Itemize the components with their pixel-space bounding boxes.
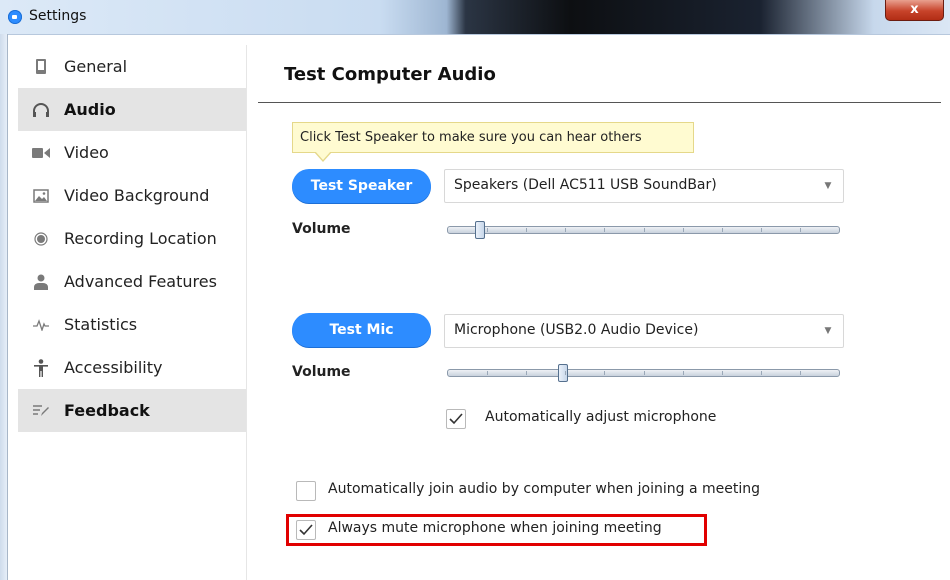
sidebar-item-label: Video Background [64, 186, 210, 205]
sidebar-item-general[interactable]: General [18, 45, 246, 88]
slider-tick [565, 371, 566, 375]
auto-join-audio-label: Automatically join audio by computer whe… [328, 481, 761, 497]
checkmark-icon [299, 524, 313, 536]
sidebar-item-label: Feedback [64, 401, 150, 420]
page-title: Test Computer Audio [284, 64, 496, 85]
person-icon [30, 271, 52, 293]
sidebar-divider [246, 45, 247, 580]
slider-tick [604, 371, 605, 375]
slider-tick [487, 371, 488, 375]
tablet-icon [30, 56, 52, 78]
test-speaker-tooltip: Click Test Speaker to make sure you can … [292, 122, 694, 153]
slider-tick [761, 228, 762, 232]
sidebar-item-label: Recording Location [64, 229, 217, 248]
slider-tick [604, 228, 605, 232]
sidebar-item-label: General [64, 57, 128, 76]
slider-tick [683, 228, 684, 232]
slider-tick [722, 371, 723, 375]
slider-tick [487, 228, 488, 232]
slider-tick [644, 371, 645, 375]
microphone-select-value: Microphone (USB2.0 Audio Device) [454, 322, 699, 338]
speaker-volume-label: Volume [292, 221, 351, 237]
speaker-select-value: Speakers (Dell AC511 USB SoundBar) [454, 177, 717, 193]
chevron-down-icon: ▼ [824, 326, 832, 336]
sidebar-item-advanced-features[interactable]: Advanced Features [18, 260, 246, 303]
title-divider [258, 102, 941, 103]
always-mute-mic-checkbox[interactable] [296, 520, 316, 540]
sidebar-item-label: Video [64, 143, 109, 162]
mic-volume-label: Volume [292, 364, 351, 380]
sidebar-item-video-background[interactable]: Video Background [18, 174, 246, 217]
auto-join-audio-checkbox[interactable] [296, 481, 316, 501]
sidebar-item-label: Advanced Features [64, 272, 217, 291]
feedback-icon [30, 400, 52, 422]
slider-tick [526, 371, 527, 375]
sidebar-item-accessibility[interactable]: Accessibility [18, 346, 246, 389]
headphones-icon [30, 99, 52, 121]
image-icon [30, 185, 52, 207]
mic-volume-slider[interactable] [447, 364, 840, 382]
zoom-app-icon [8, 10, 22, 24]
sidebar-item-label: Accessibility [64, 358, 163, 377]
always-mute-mic-label: Always mute microphone when joining meet… [328, 520, 662, 536]
slider-tick [683, 371, 684, 375]
accessibility-icon [30, 357, 52, 379]
auto-adjust-mic-checkbox[interactable] [446, 409, 466, 429]
window-title: Settings [29, 8, 87, 24]
sidebar-item-label: Audio [64, 100, 116, 119]
speaker-volume-slider[interactable] [447, 221, 840, 239]
checkmark-icon [449, 413, 463, 425]
video-camera-icon [30, 142, 52, 164]
auto-adjust-mic-label: Automatically adjust microphone [485, 409, 717, 425]
sidebar-item-video[interactable]: Video [18, 131, 246, 174]
slider-tick [761, 371, 762, 375]
slider-tick [565, 228, 566, 232]
speaker-select[interactable]: Speakers (Dell AC511 USB SoundBar) ▼ [444, 169, 844, 203]
microphone-select[interactable]: Microphone (USB2.0 Audio Device) ▼ [444, 314, 844, 348]
title-bar: Settings x [0, 0, 950, 35]
sidebar-item-label: Statistics [64, 315, 138, 334]
close-button[interactable]: x [885, 0, 944, 21]
tooltip-tail [314, 151, 332, 162]
speaker-volume-thumb[interactable] [475, 221, 485, 239]
sidebar-item-recording-location[interactable]: Recording Location [18, 217, 246, 260]
sidebar-item-feedback[interactable]: Feedback [18, 389, 246, 432]
slider-tick [722, 228, 723, 232]
sidebar-item-statistics[interactable]: Statistics [18, 303, 246, 346]
test-speaker-button[interactable]: Test Speaker [292, 169, 431, 203]
sidebar-item-audio[interactable]: Audio [18, 88, 246, 131]
pulse-icon [30, 314, 52, 336]
slider-tick [526, 228, 527, 232]
slider-tick [800, 228, 801, 232]
test-mic-button[interactable]: Test Mic [292, 313, 431, 347]
window-frame-left [0, 34, 8, 580]
chevron-down-icon: ▼ [824, 181, 832, 191]
settings-sidebar: General Audio Video Video Background Rec… [8, 45, 246, 580]
record-icon [30, 228, 52, 250]
slider-tick [800, 371, 801, 375]
slider-tick [644, 228, 645, 232]
mic-volume-thumb[interactable] [558, 364, 568, 382]
